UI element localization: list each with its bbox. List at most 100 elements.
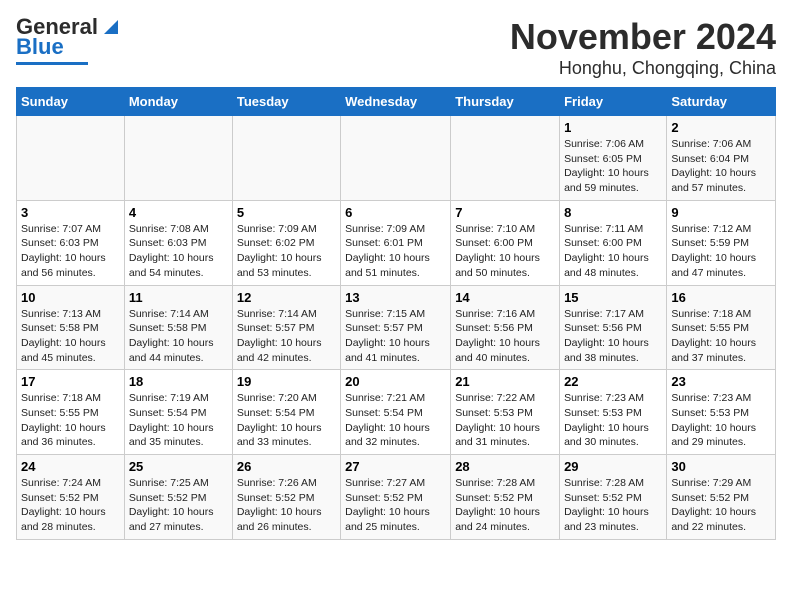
day-cell (341, 116, 451, 201)
day-cell: 15 Sunrise: 7:17 AMSunset: 5:56 PMDayligh… (560, 285, 667, 370)
day-info: Sunrise: 7:23 AMSunset: 5:53 PMDaylight:… (671, 391, 771, 450)
day-number: 15 (564, 290, 662, 305)
day-info: Sunrise: 7:17 AMSunset: 5:56 PMDaylight:… (564, 307, 662, 366)
day-number: 8 (564, 205, 662, 220)
day-number: 1 (564, 120, 662, 135)
day-info: Sunrise: 7:09 AMSunset: 6:02 PMDaylight:… (237, 222, 336, 281)
day-cell: 22 Sunrise: 7:23 AMSunset: 5:53 PMDayligh… (560, 370, 667, 455)
col-header-friday: Friday (560, 88, 667, 116)
day-cell: 28Sunrise: 7:28 AMSunset: 5:52 PMDayligh… (451, 455, 560, 540)
day-info: Sunrise: 7:16 AMSunset: 5:56 PMDaylight:… (455, 307, 555, 366)
day-cell: 26Sunrise: 7:26 AMSunset: 5:52 PMDayligh… (232, 455, 340, 540)
day-number: 18 (129, 374, 228, 389)
day-number: 28 (455, 459, 555, 474)
day-cell: 7 Sunrise: 7:10 AMSunset: 6:00 PMDaylight… (451, 200, 560, 285)
day-number: 24 (21, 459, 120, 474)
day-cell: 20Sunrise: 7:21 AMSunset: 5:54 PMDayligh… (341, 370, 451, 455)
day-info: Sunrise: 7:20 AMSunset: 5:54 PMDaylight:… (237, 391, 336, 450)
day-cell: 25 Sunrise: 7:25 AMSunset: 5:52 PMDayligh… (124, 455, 232, 540)
day-cell: 19 Sunrise: 7:20 AMSunset: 5:54 PMDayligh… (232, 370, 340, 455)
day-cell: 5 Sunrise: 7:09 AMSunset: 6:02 PMDaylight… (232, 200, 340, 285)
day-info: Sunrise: 7:29 AMSunset: 5:52 PMDaylight:… (671, 476, 771, 535)
week-row-3: 10 Sunrise: 7:13 AMSunset: 5:58 PMDayligh… (17, 285, 776, 370)
day-cell: 24 Sunrise: 7:24 AMSunset: 5:52 PMDayligh… (17, 455, 125, 540)
col-header-wednesday: Wednesday (341, 88, 451, 116)
day-number: 10 (21, 290, 120, 305)
day-number: 7 (455, 205, 555, 220)
day-number: 2 (671, 120, 771, 135)
day-cell: 8 Sunrise: 7:11 AMSunset: 6:00 PMDaylight… (560, 200, 667, 285)
day-cell (17, 116, 125, 201)
day-cell: 9 Sunrise: 7:12 AMSunset: 5:59 PMDaylight… (667, 200, 776, 285)
day-cell: 30 Sunrise: 7:29 AMSunset: 5:52 PMDayligh… (667, 455, 776, 540)
day-info: Sunrise: 7:23 AMSunset: 5:53 PMDaylight:… (564, 391, 662, 450)
day-info: Sunrise: 7:06 AMSunset: 6:05 PMDaylight:… (564, 137, 662, 196)
title-section: November 2024 Honghu, Chongqing, China (510, 16, 776, 79)
location-title: Honghu, Chongqing, China (510, 58, 776, 79)
day-number: 30 (671, 459, 771, 474)
day-cell: 12Sunrise: 7:14 AMSunset: 5:57 PMDayligh… (232, 285, 340, 370)
day-cell: 21Sunrise: 7:22 AMSunset: 5:53 PMDayligh… (451, 370, 560, 455)
day-number: 25 (129, 459, 228, 474)
day-info: Sunrise: 7:15 AMSunset: 5:57 PMDaylight:… (345, 307, 446, 366)
day-info: Sunrise: 7:06 AMSunset: 6:04 PMDaylight:… (671, 137, 771, 196)
day-number: 19 (237, 374, 336, 389)
day-info: Sunrise: 7:24 AMSunset: 5:52 PMDaylight:… (21, 476, 120, 535)
day-cell: 16Sunrise: 7:18 AMSunset: 5:55 PMDayligh… (667, 285, 776, 370)
day-number: 9 (671, 205, 771, 220)
day-cell: 3 Sunrise: 7:07 AMSunset: 6:03 PMDaylight… (17, 200, 125, 285)
day-number: 5 (237, 205, 336, 220)
day-number: 11 (129, 290, 228, 305)
week-row-2: 3 Sunrise: 7:07 AMSunset: 6:03 PMDaylight… (17, 200, 776, 285)
logo-arrow-icon (100, 16, 122, 38)
day-cell: 6 Sunrise: 7:09 AMSunset: 6:01 PMDaylight… (341, 200, 451, 285)
day-cell: 13Sunrise: 7:15 AMSunset: 5:57 PMDayligh… (341, 285, 451, 370)
day-info: Sunrise: 7:11 AMSunset: 6:00 PMDaylight:… (564, 222, 662, 281)
day-number: 21 (455, 374, 555, 389)
logo: General Blue (16, 16, 122, 65)
day-info: Sunrise: 7:12 AMSunset: 5:59 PMDaylight:… (671, 222, 771, 281)
day-info: Sunrise: 7:18 AMSunset: 5:55 PMDaylight:… (671, 307, 771, 366)
month-title: November 2024 (510, 16, 776, 58)
day-cell: 14 Sunrise: 7:16 AMSunset: 5:56 PMDayligh… (451, 285, 560, 370)
day-info: Sunrise: 7:14 AMSunset: 5:58 PMDaylight:… (129, 307, 228, 366)
col-header-tuesday: Tuesday (232, 88, 340, 116)
day-number: 14 (455, 290, 555, 305)
day-cell: 29 Sunrise: 7:28 AMSunset: 5:52 PMDayligh… (560, 455, 667, 540)
day-info: Sunrise: 7:13 AMSunset: 5:58 PMDaylight:… (21, 307, 120, 366)
col-header-monday: Monday (124, 88, 232, 116)
day-cell: 2 Sunrise: 7:06 AMSunset: 6:04 PMDaylight… (667, 116, 776, 201)
day-cell (451, 116, 560, 201)
day-info: Sunrise: 7:25 AMSunset: 5:52 PMDaylight:… (129, 476, 228, 535)
day-cell: 27Sunrise: 7:27 AMSunset: 5:52 PMDayligh… (341, 455, 451, 540)
header-row: SundayMondayTuesdayWednesdayThursdayFrid… (17, 88, 776, 116)
week-row-4: 17Sunrise: 7:18 AMSunset: 5:55 PMDayligh… (17, 370, 776, 455)
day-number: 6 (345, 205, 446, 220)
day-cell (124, 116, 232, 201)
day-cell: 17Sunrise: 7:18 AMSunset: 5:55 PMDayligh… (17, 370, 125, 455)
day-info: Sunrise: 7:10 AMSunset: 6:00 PMDaylight:… (455, 222, 555, 281)
day-number: 27 (345, 459, 446, 474)
day-cell: 11 Sunrise: 7:14 AMSunset: 5:58 PMDayligh… (124, 285, 232, 370)
header: General Blue November 2024 Honghu, Chong… (16, 16, 776, 79)
day-number: 23 (671, 374, 771, 389)
day-cell: 1 Sunrise: 7:06 AMSunset: 6:05 PMDaylight… (560, 116, 667, 201)
day-info: Sunrise: 7:28 AMSunset: 5:52 PMDaylight:… (564, 476, 662, 535)
day-info: Sunrise: 7:09 AMSunset: 6:01 PMDaylight:… (345, 222, 446, 281)
week-row-1: 1 Sunrise: 7:06 AMSunset: 6:05 PMDaylight… (17, 116, 776, 201)
day-info: Sunrise: 7:07 AMSunset: 6:03 PMDaylight:… (21, 222, 120, 281)
day-cell: 18Sunrise: 7:19 AMSunset: 5:54 PMDayligh… (124, 370, 232, 455)
day-number: 22 (564, 374, 662, 389)
day-number: 29 (564, 459, 662, 474)
day-number: 4 (129, 205, 228, 220)
day-cell: 4Sunrise: 7:08 AMSunset: 6:03 PMDaylight… (124, 200, 232, 285)
col-header-saturday: Saturday (667, 88, 776, 116)
day-number: 3 (21, 205, 120, 220)
day-cell (232, 116, 340, 201)
logo-blue-text: Blue (16, 34, 64, 60)
week-row-5: 24 Sunrise: 7:24 AMSunset: 5:52 PMDayligh… (17, 455, 776, 540)
day-number: 12 (237, 290, 336, 305)
logo-underline (16, 62, 88, 65)
day-info: Sunrise: 7:21 AMSunset: 5:54 PMDaylight:… (345, 391, 446, 450)
day-cell: 10 Sunrise: 7:13 AMSunset: 5:58 PMDayligh… (17, 285, 125, 370)
